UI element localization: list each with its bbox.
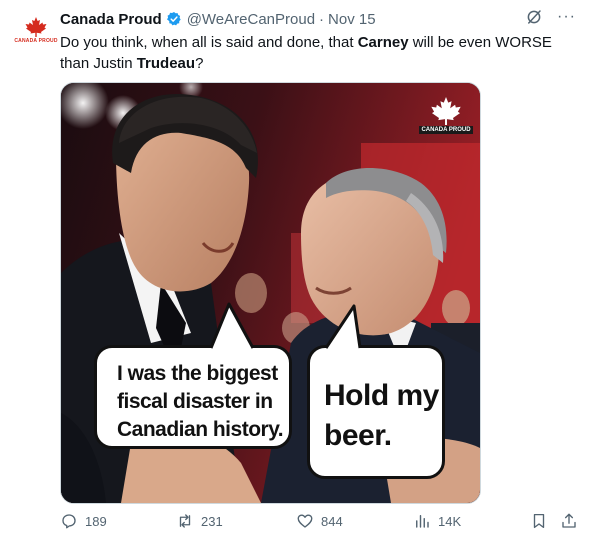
tweet-text-bold: Carney [357, 34, 409, 51]
share-button[interactable] [560, 512, 578, 530]
handle[interactable]: @WeAreCanProud [187, 11, 315, 28]
speech-bubble-left: I was the biggest fiscal disaster in Can… [94, 302, 292, 449]
bubble-right-line: beer. [324, 419, 392, 452]
bubble-left-line: Canadian history. [117, 418, 284, 441]
share-icon [562, 513, 576, 528]
bookmark-icon [533, 513, 545, 529]
avatar[interactable]: CANADA PROUD [14, 10, 58, 50]
heart-icon [297, 514, 313, 528]
like-count: 844 [321, 513, 343, 529]
bubble-left-line: I was the biggest [117, 362, 278, 385]
tweet-text: Do you think, when all is said and done,… [60, 32, 580, 74]
repost-icon [179, 514, 191, 528]
avatar-brand-text: CANADA PROUD [14, 37, 58, 44]
bubble-right-line: Hold my [324, 379, 439, 412]
separator-dot: · [319, 10, 325, 28]
speech-bubble-tail [324, 304, 362, 350]
tweet-text-part: ? [195, 55, 204, 72]
repost-count: 231 [201, 513, 223, 529]
views-icon [416, 515, 429, 528]
tweet-text-part: Do you think, when all is said and done,… [60, 34, 358, 51]
verified-badge-icon[interactable] [166, 11, 182, 27]
speech-bubble-right: Hold my beer. [307, 304, 445, 479]
reply-count: 189 [85, 513, 107, 529]
tweet-text-bold: Trudeau [136, 55, 196, 72]
tweet-action-bar: 189 231 844 14K [60, 512, 580, 534]
reply-button[interactable]: 189 [60, 512, 107, 530]
bookmark-button[interactable] [530, 512, 548, 530]
tweet-media-image[interactable]: CANADA PROUD I was the biggest fiscal di… [60, 82, 481, 504]
maple-leaf-icon [25, 16, 47, 37]
grok-icon[interactable] [525, 8, 543, 26]
bubble-left-line: fiscal disaster in [117, 390, 273, 413]
timestamp[interactable]: Nov 15 [328, 11, 376, 28]
logo-text: CANADA PROUD [419, 126, 473, 134]
header-actions: ··· [525, 8, 576, 26]
tweet-header: Canada Proud @WeAreCanProud · Nov 15 ··· [60, 8, 576, 30]
speech-bubble-tail [209, 302, 255, 350]
display-name[interactable]: Canada Proud [60, 11, 162, 28]
maple-leaf-logo-icon [431, 97, 461, 125]
more-options-icon[interactable]: ··· [557, 8, 576, 26]
views-button[interactable]: 14K [413, 512, 461, 530]
reply-icon [62, 514, 76, 529]
canada-proud-logo: CANADA PROUD [419, 97, 473, 134]
like-button[interactable]: 844 [296, 512, 343, 530]
views-count: 14K [438, 513, 462, 529]
repost-button[interactable]: 231 [176, 512, 223, 530]
